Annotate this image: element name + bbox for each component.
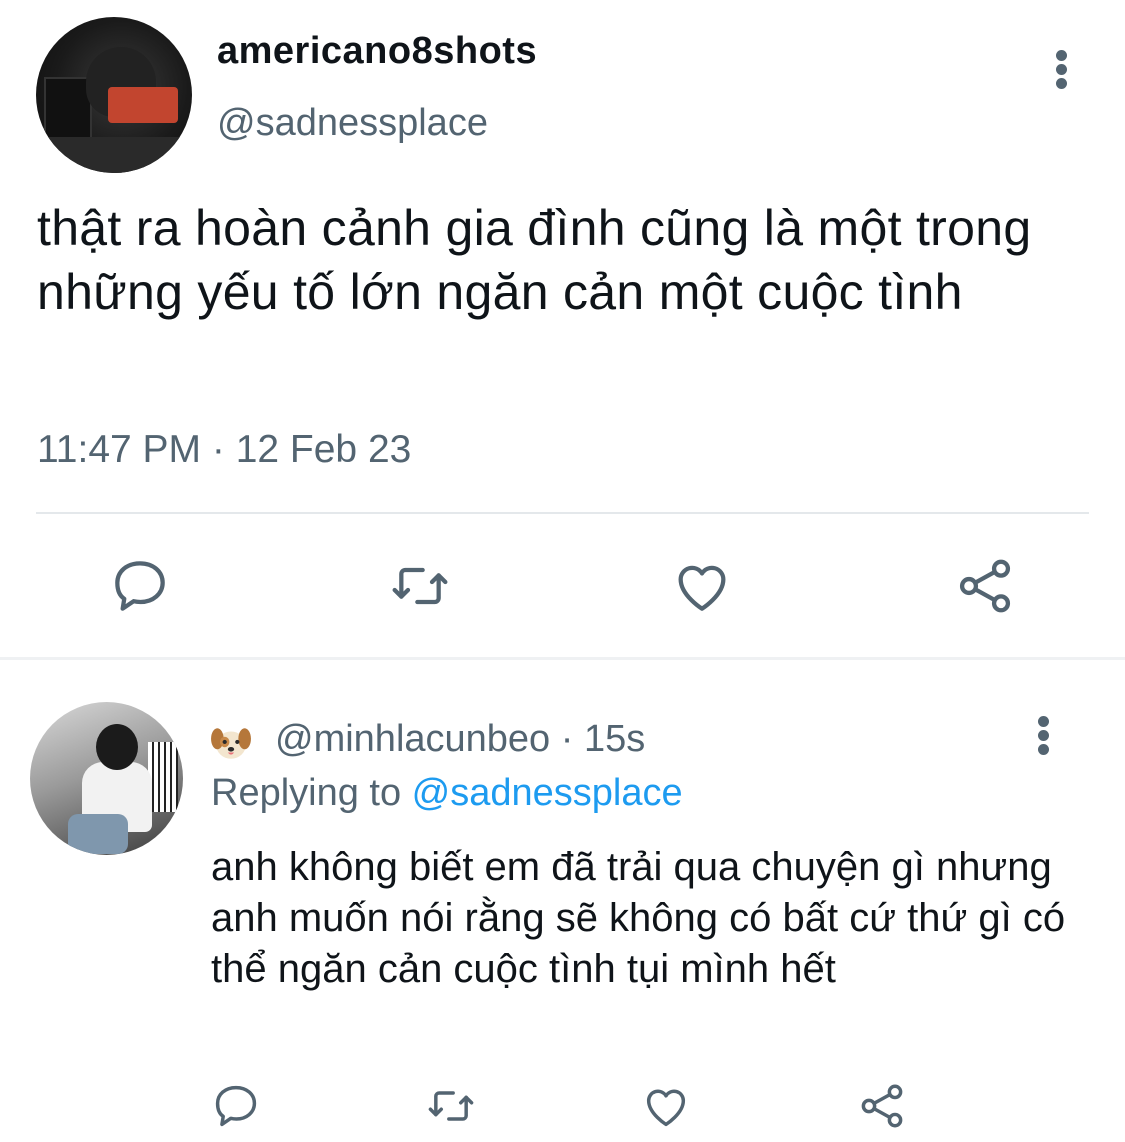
like-icon[interactable] <box>670 554 734 618</box>
share-icon[interactable] <box>856 1080 908 1132</box>
retweet-icon[interactable] <box>425 1080 477 1132</box>
display-name[interactable]: americano8shots <box>217 30 537 73</box>
more-options-icon[interactable] <box>1048 48 1076 89</box>
tweet-timestamp[interactable]: 11:47 PM · 12 Feb 23 <box>37 428 411 472</box>
section-divider <box>0 657 1125 660</box>
replying-prefix: Replying to <box>211 772 412 814</box>
replying-to-link[interactable]: @sadnessplace <box>412 772 683 814</box>
retweet-icon[interactable] <box>388 554 452 618</box>
replying-to: Replying to @sadnessplace <box>211 772 683 815</box>
reply-meta: @minhlacunbeo · 15s <box>275 718 645 761</box>
reply-text: anh không biết em đã trải qua chuyện gì … <box>211 845 1066 991</box>
reply-icon[interactable] <box>108 554 172 618</box>
divider <box>36 512 1089 514</box>
reply-user-handle[interactable]: @minhlacunbeo <box>275 718 550 760</box>
user-handle[interactable]: @sadnessplace <box>217 102 488 145</box>
reply-avatar[interactable] <box>30 702 183 855</box>
reply-time[interactable]: 15s <box>584 718 645 760</box>
avatar[interactable] <box>36 17 192 173</box>
dog-face-icon <box>210 722 252 764</box>
like-icon[interactable] <box>640 1080 692 1132</box>
more-options-icon[interactable] <box>1030 712 1058 756</box>
reply-icon[interactable] <box>210 1080 262 1132</box>
tweet-text: thật ra hoàn cảnh gia đình cũng là một t… <box>37 200 1032 320</box>
share-icon[interactable] <box>953 554 1017 618</box>
meta-separator: · <box>550 718 584 760</box>
